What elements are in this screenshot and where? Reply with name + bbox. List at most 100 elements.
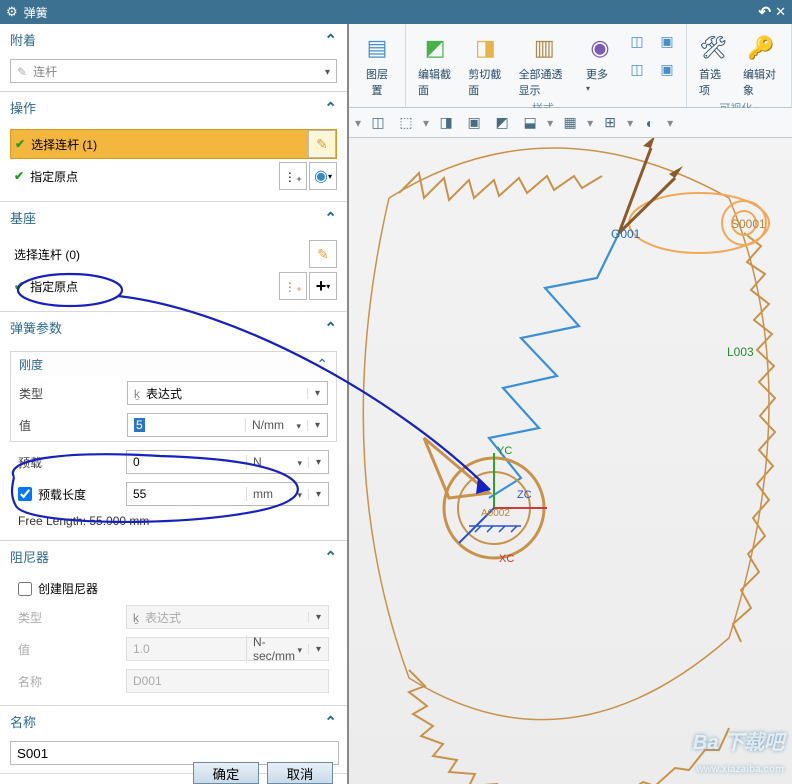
free-length-text: Free Length: 55.000 mm bbox=[10, 510, 337, 532]
preload-length-checkbox[interactable] bbox=[18, 487, 32, 501]
cube4-icon[interactable]: ▣ bbox=[656, 58, 678, 82]
create-damper-label: 创建阻尼器 bbox=[38, 580, 98, 597]
tb-icon[interactable]: ⬚ bbox=[395, 112, 417, 134]
section-spring-title: 弹簧参数 bbox=[10, 318, 62, 337]
section-attach-title: 附着 bbox=[10, 30, 36, 49]
cube2-icon[interactable]: ◫ bbox=[626, 58, 648, 82]
op-specify-origin-row: 指定原点 ▾ bbox=[10, 161, 337, 191]
svg-text:G001: G001 bbox=[611, 227, 641, 241]
attach-combo-label: 连杆 bbox=[33, 65, 57, 79]
gear-icon bbox=[6, 4, 18, 20]
base-select-link-row: 选择连杆 (0) bbox=[10, 239, 337, 269]
titlebar: 弹簧 bbox=[0, 0, 792, 24]
section-ops-title: 操作 bbox=[10, 98, 36, 117]
plus-button[interactable]: ▾ bbox=[309, 272, 337, 300]
tb-icon[interactable]: ▦ bbox=[559, 112, 581, 134]
svg-text:XC: XC bbox=[499, 553, 514, 565]
chevron-down-icon bbox=[307, 388, 327, 399]
tb-icon[interactable]: ◩ bbox=[491, 112, 513, 134]
check-icon bbox=[15, 137, 25, 151]
damper-name-input: D001 bbox=[126, 669, 329, 693]
damper-name-label: 名称 bbox=[18, 673, 118, 690]
value-label: 值 bbox=[19, 417, 119, 434]
chevron-down-icon bbox=[308, 644, 328, 655]
stiffness-header[interactable]: 刚度 bbox=[11, 352, 336, 377]
preload-label: 预载 bbox=[18, 454, 118, 471]
caret-icon bbox=[324, 319, 337, 337]
ribbon-edit-obj[interactable]: 🔑编辑对象 bbox=[735, 26, 787, 100]
stiffness-type-value: 表达式 bbox=[146, 387, 182, 401]
inferred-point-button[interactable]: ▾ bbox=[309, 162, 337, 190]
tb-icon[interactable]: ◨ bbox=[435, 112, 457, 134]
preload-length-label: 预载长度 bbox=[38, 486, 86, 503]
damper-type-value: 表达式 bbox=[145, 611, 181, 625]
stiffness-value: 5 bbox=[134, 418, 145, 432]
stiffness-value-input[interactable]: 5 N/mm bbox=[127, 413, 328, 437]
ribbon: ▤图层置 ◩编辑截面 ◨剪切截面 ▥全部通透显示 ◉更多 ◫ ◫ ▣ ▣ bbox=[349, 24, 792, 108]
section-name-header[interactable]: 名称 bbox=[0, 706, 347, 737]
type-label: 类型 bbox=[19, 385, 119, 402]
preload-value-input[interactable]: 0 N bbox=[126, 450, 329, 474]
stiffness-title: 刚度 bbox=[19, 356, 43, 373]
svg-text:S0001: S0001 bbox=[731, 217, 766, 231]
caret-icon bbox=[316, 356, 328, 373]
caret-icon bbox=[324, 31, 337, 49]
tb-icon[interactable]: ◫ bbox=[367, 112, 389, 134]
section-name-title: 名称 bbox=[10, 712, 36, 731]
pencil-icon bbox=[17, 65, 33, 79]
ribbon-layer[interactable]: ▤图层置 bbox=[353, 26, 401, 100]
model-canvas: G001 S0001 L003 YC XC ZC A0002 bbox=[349, 138, 792, 784]
cancel-button[interactable]: 取消 bbox=[267, 762, 333, 784]
expression-icon bbox=[133, 611, 145, 625]
section-base-title: 基座 bbox=[10, 208, 36, 227]
damper-value-label: 值 bbox=[18, 641, 118, 658]
close-icon[interactable] bbox=[775, 4, 786, 20]
chevron-down-icon bbox=[307, 420, 327, 431]
ribbon-edit-section[interactable]: ◩编辑截面 bbox=[410, 26, 460, 100]
op-select-link-row[interactable]: 选择连杆 (1) bbox=[10, 129, 337, 159]
tb-icon[interactable]: ⊞ bbox=[599, 112, 621, 134]
svg-text:ZC: ZC bbox=[517, 489, 532, 501]
cube3-icon[interactable]: ▣ bbox=[656, 30, 678, 54]
ribbon-more[interactable]: ◉更多 bbox=[578, 26, 622, 100]
section-spring-header[interactable]: 弹簧参数 bbox=[0, 312, 347, 343]
preload-length-unit: mm bbox=[253, 487, 273, 501]
op-specify-origin-label: 指定原点 bbox=[30, 168, 78, 185]
preload-unit: N bbox=[253, 455, 262, 469]
tb-icon[interactable]: ◐ bbox=[639, 112, 661, 134]
undo-icon[interactable] bbox=[759, 3, 772, 21]
ribbon-cut-section[interactable]: ◨剪切截面 bbox=[460, 26, 510, 100]
tb-icon[interactable]: ⬓ bbox=[519, 112, 541, 134]
section-ops-header[interactable]: 操作 bbox=[0, 92, 347, 123]
pick-link-button[interactable] bbox=[309, 240, 337, 268]
damper-value: 1.0 bbox=[127, 642, 246, 656]
ribbon-show-all[interactable]: ▥全部通透显示 bbox=[511, 26, 578, 100]
section-base-header[interactable]: 基座 bbox=[0, 202, 347, 233]
chevron-down-icon bbox=[325, 64, 330, 78]
preload-length-value: 55 bbox=[127, 487, 246, 501]
base-specify-origin-row: 指定原点 ▾ bbox=[10, 271, 337, 301]
preload-length-input[interactable]: 55 mm bbox=[126, 482, 329, 506]
viewport[interactable]: ▤图层置 ◩编辑截面 ◨剪切截面 ▥全部通透显示 ◉更多 ◫ ◫ ▣ ▣ bbox=[349, 24, 792, 784]
check-icon bbox=[14, 169, 24, 183]
attach-combo[interactable]: 连杆 bbox=[10, 59, 337, 83]
stiffness-type-combo[interactable]: 表达式 bbox=[127, 381, 328, 405]
section-attach-header[interactable]: 附着 bbox=[0, 24, 347, 55]
base-specify-origin-label: 指定原点 bbox=[30, 278, 78, 295]
cube1-icon[interactable]: ◫ bbox=[626, 30, 648, 54]
section-damper-header[interactable]: 阻尼器 bbox=[0, 541, 347, 572]
pick-link-button[interactable] bbox=[308, 130, 336, 158]
caret-icon bbox=[324, 99, 337, 117]
point-dialog-button[interactable] bbox=[279, 162, 307, 190]
chevron-down-icon bbox=[308, 457, 328, 468]
ok-button[interactable]: 确定 bbox=[193, 762, 259, 784]
caret-icon bbox=[324, 209, 337, 227]
damper-type-combo: 表达式 bbox=[126, 605, 329, 629]
svg-text:A0002: A0002 bbox=[481, 508, 510, 519]
create-damper-checkbox[interactable] bbox=[18, 582, 32, 596]
ribbon-prefs[interactable]: 🛠首选项 bbox=[691, 26, 735, 100]
tb-icon[interactable]: ▣ bbox=[463, 112, 485, 134]
op-select-link-label: 选择连杆 (1) bbox=[31, 136, 97, 153]
point-dialog-button[interactable] bbox=[279, 272, 307, 300]
toolbar-secondary: ▾ ◫ ⬚ ▾ ◨ ▣ ◩ ⬓ ▾ ▦ ▾ ⊞ ▾ ◐ ▾ bbox=[349, 108, 792, 138]
